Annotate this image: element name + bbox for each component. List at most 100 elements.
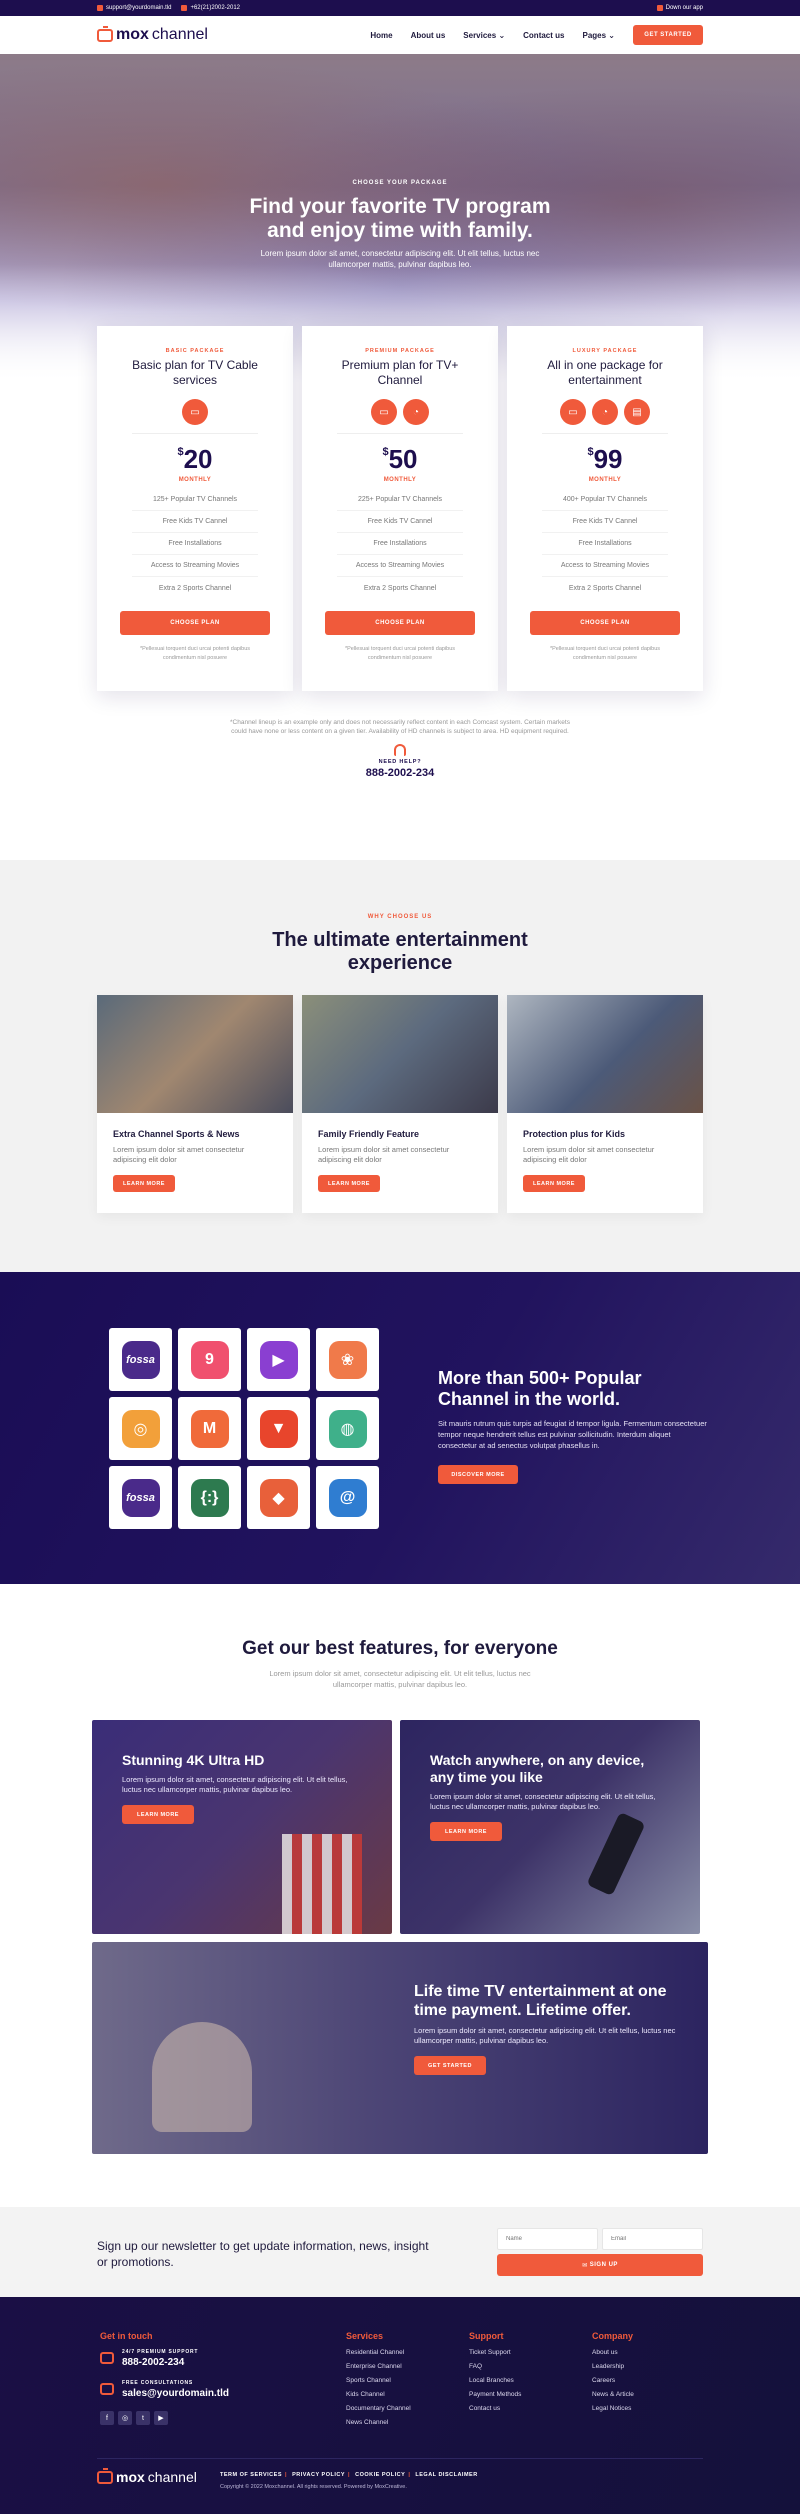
top-phone[interactable]: +62(21)2002-2012 — [181, 5, 240, 11]
channel-logo-grid: fossa 9 ▶ ❀ ◎ M ▼ ◍ fossa {:} ◆ @ — [109, 1328, 379, 1529]
tv-logo-icon — [97, 25, 113, 42]
envelope-icon: ✉ — [582, 2262, 590, 2269]
download-app-link[interactable]: Down our app — [656, 5, 703, 11]
woman-image — [152, 2022, 252, 2132]
features-section: Get our best features, for everyone Lore… — [0, 1584, 800, 2207]
consult-email[interactable]: sales@yourdomain.tld — [122, 2388, 229, 2399]
feature-box-title: Stunning 4K Ultra HD — [122, 1752, 265, 1768]
top-bar: support@yourdomain.tld +62(21)2002-2012 … — [0, 0, 800, 16]
footer-link[interactable]: About us — [592, 2349, 634, 2363]
site-logo[interactable]: mox channel — [97, 25, 208, 44]
channel-tile: ◆ — [247, 1466, 310, 1529]
twitter-icon[interactable]: t — [136, 2411, 150, 2425]
legal-link[interactable]: COOKIE POLICY — [355, 2472, 405, 2478]
learn-more-button[interactable]: LEARN MORE — [113, 1175, 175, 1192]
choose-plan-button[interactable]: CHOOSE PLAN — [530, 611, 680, 635]
plan-eyebrow: PREMIUM PACKAGE — [365, 348, 435, 354]
feature-card: Protection plus for Kids Lorem ipsum dol… — [507, 995, 703, 1213]
legal-link[interactable]: TERM OF SERVICES — [220, 2472, 282, 2478]
email-input[interactable] — [602, 2228, 703, 2250]
newsletter-text: Sign up our newsletter to get update inf… — [97, 2239, 429, 2269]
footer-link[interactable]: News Channel — [346, 2419, 411, 2433]
footer-link[interactable]: News & Article — [592, 2391, 634, 2405]
plan-title: All in one package for entertainment — [547, 358, 663, 387]
legal-link[interactable]: PRIVACY POLICY — [292, 2472, 345, 2478]
nav-services[interactable]: Services ⌄ — [463, 31, 505, 40]
newsletter-section: Sign up our newsletter to get update inf… — [0, 2207, 800, 2297]
footer-link[interactable]: Legal Notices — [592, 2405, 634, 2419]
nav-about[interactable]: About us — [411, 31, 446, 40]
learn-more-button[interactable]: LEARN MORE — [318, 1175, 380, 1192]
feature-box-title: Life time TV entertainment at one time p… — [414, 1983, 667, 2019]
get-started-button[interactable]: GET STARTED — [414, 2056, 486, 2075]
footer-link[interactable]: Contact us — [469, 2405, 521, 2419]
legal-links: TERM OF SERVICES | PRIVACY POLICY | COOKIE… — [220, 2472, 478, 2478]
learn-more-button[interactable]: LEARN MORE — [430, 1822, 502, 1841]
footer-link[interactable]: Payment Methods — [469, 2391, 521, 2405]
footer-link[interactable]: Documentary Channel — [346, 2405, 411, 2419]
popcorn-image — [282, 1834, 362, 1934]
footer-link[interactable]: FAQ — [469, 2363, 521, 2377]
footer-link[interactable]: Residential Channel — [346, 2349, 411, 2363]
nav-home[interactable]: Home — [370, 31, 392, 40]
legal-link[interactable]: LEGAL DISCLAIMER — [415, 2472, 477, 2478]
consult-label: FREE CONSULTATIONS — [122, 2380, 194, 2386]
hero-section: CHOOSE YOUR PACKAGE Find your favorite T… — [0, 180, 800, 270]
channel-tile: ▼ — [247, 1397, 310, 1460]
nav-contact[interactable]: Contact us — [523, 31, 564, 40]
choose-plan-button[interactable]: CHOOSE PLAN — [325, 611, 475, 635]
footer-col-title: Support — [469, 2331, 504, 2341]
footer-col-title: Services — [346, 2331, 384, 2341]
youtube-icon[interactable]: ▶ — [154, 2411, 168, 2425]
footer-link[interactable]: Leadership — [592, 2363, 634, 2377]
learn-more-button[interactable]: LEARN MORE — [523, 1175, 585, 1192]
plan-feature: Free Installations — [337, 533, 463, 555]
channels-title: More than 500+ Popular Channel in the wo… — [438, 1368, 642, 1409]
hero-title: Find your favorite TV program and enjoy … — [249, 195, 551, 242]
need-help-label: NEED HELP? — [378, 759, 422, 765]
tv-icon: ▭ — [560, 399, 586, 425]
feature-box-lifetime: Life time TV entertainment at one time p… — [92, 1942, 708, 2154]
help-phone[interactable]: 888-2002-234 — [0, 767, 800, 779]
plan-eyebrow: LUXURY PACKAGE — [572, 348, 638, 354]
card-title: Protection plus for Kids — [523, 1129, 626, 1139]
fossa-logo-2: fossa — [121, 1478, 160, 1517]
plan-luxury: LUXURY PACKAGE All in one package for en… — [507, 326, 703, 691]
footer-link[interactable]: Ticket Support — [469, 2349, 521, 2363]
footer-link[interactable]: Kids Channel — [346, 2391, 411, 2405]
plan-feature: 225+ Popular TV Channels — [337, 489, 463, 511]
plan-feature: Access to Streaming Movies — [132, 555, 258, 577]
channel-tile: {:} — [178, 1466, 241, 1529]
main-nav: mox channel Home About us Services ⌄ Cont… — [0, 16, 800, 54]
name-input[interactable] — [497, 2228, 598, 2250]
braces-logo: {:} — [190, 1478, 229, 1517]
features-text: Lorem ipsum dolor sit amet, consectetur … — [269, 1669, 531, 1689]
discover-more-button[interactable]: DISCOVER MORE — [438, 1465, 518, 1484]
top-email[interactable]: support@yourdomain.tld — [97, 5, 171, 11]
tv-icon: ▭ — [182, 399, 208, 425]
nav-pages[interactable]: Pages ⌄ — [582, 31, 615, 40]
plan-basic: BASIC PACKAGE Basic plan for TV Cable se… — [97, 326, 293, 691]
headset-icon — [394, 744, 406, 756]
plan-feature: Access to Streaming Movies — [542, 555, 668, 577]
sign-up-button[interactable]: ✉ SIGN UP — [497, 2254, 703, 2276]
footer-link[interactable]: Local Branches — [469, 2377, 521, 2391]
social-links: f ◎ t ▶ — [100, 2411, 229, 2425]
plan-title: Premium plan for TV+ Channel — [341, 358, 459, 387]
footer-link[interactable]: Enterprise Channel — [346, 2363, 411, 2377]
instagram-icon[interactable]: ◎ — [118, 2411, 132, 2425]
card-text: Lorem ipsum dolor sit amet consectetur a… — [113, 1145, 245, 1164]
choose-plan-button[interactable]: CHOOSE PLAN — [120, 611, 270, 635]
footer-link[interactable]: Careers — [592, 2377, 634, 2391]
globe-logo: ◍ — [328, 1409, 367, 1448]
facebook-icon[interactable]: f — [100, 2411, 114, 2425]
plan-note: *Pellesuai torquent duci urcai potenti d… — [139, 646, 251, 661]
get-started-button[interactable]: GET STARTED — [633, 25, 703, 45]
learn-more-button[interactable]: LEARN MORE — [122, 1805, 194, 1824]
mail-icon — [100, 2383, 114, 2395]
footer-link[interactable]: Sports Channel — [346, 2377, 411, 2391]
support-phone[interactable]: 888-2002-234 — [122, 2357, 198, 2368]
why-eyebrow: WHY CHOOSE US — [367, 914, 433, 920]
channel-tile: M — [178, 1397, 241, 1460]
plan-feature: Free Kids TV Cannel — [337, 511, 463, 533]
